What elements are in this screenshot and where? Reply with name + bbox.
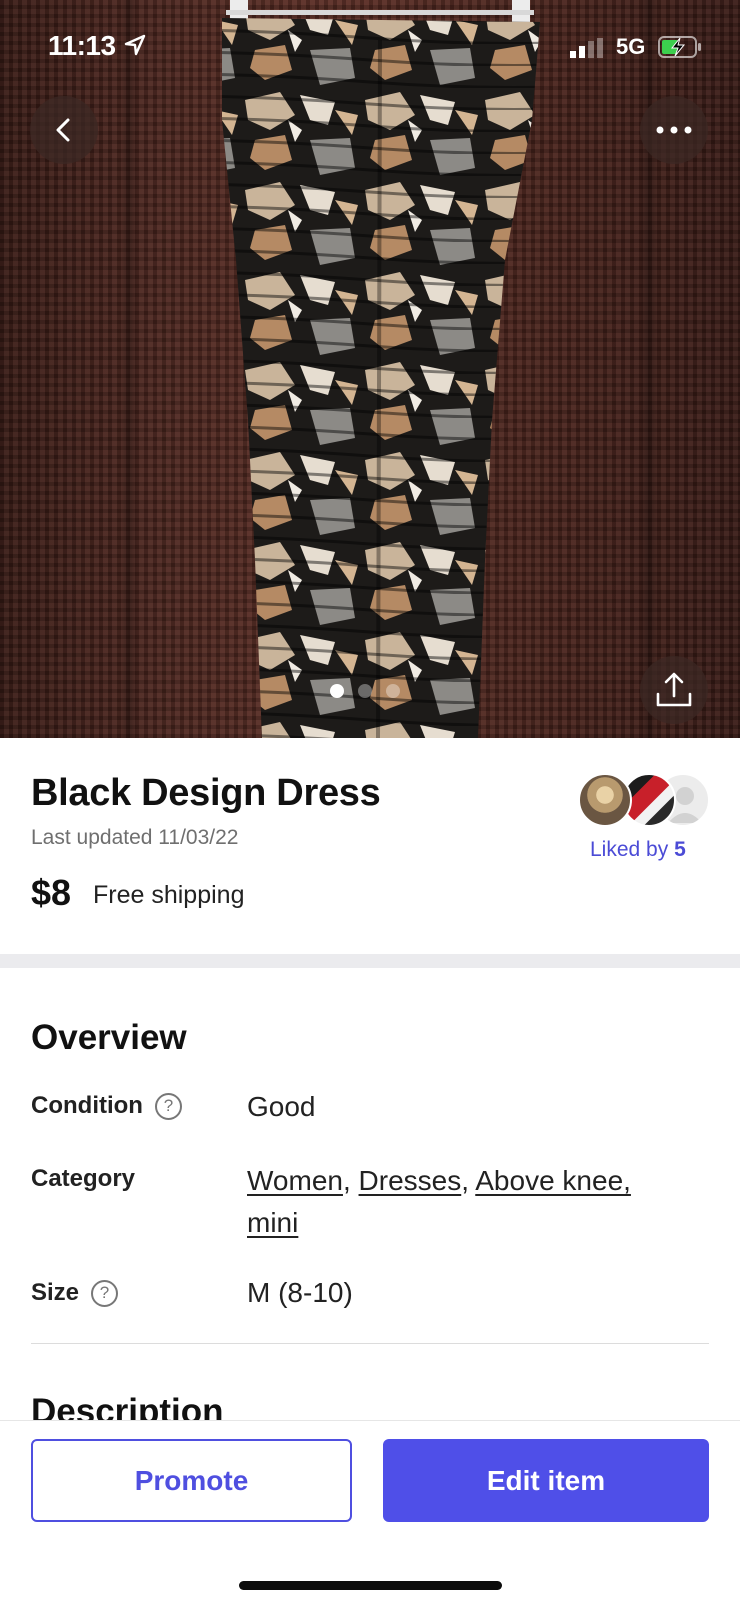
chevron-left-icon: [56, 118, 70, 142]
help-circle-icon[interactable]: ?: [154, 1092, 182, 1120]
item-photo[interactable]: 11:13 5G: [0, 0, 740, 738]
status-bar: 11:13 5G: [0, 0, 740, 96]
shipping-info: Free shipping: [93, 881, 245, 909]
pagination-dot[interactable]: [386, 684, 400, 698]
size-label-text: Size: [31, 1279, 80, 1306]
share-icon: [656, 672, 692, 707]
category-link[interactable]: Women: [247, 1165, 343, 1196]
more-horizontal-icon: [656, 126, 692, 134]
promote-button[interactable]: Promote: [31, 1439, 352, 1522]
last-updated: Last updated 11/03/22: [31, 826, 239, 849]
liked-by-prefix: Liked by: [590, 838, 669, 861]
category-separator: ,: [461, 1165, 476, 1196]
item-price: $8: [31, 872, 72, 913]
category-label: Category: [31, 1165, 135, 1193]
signal-icon: [570, 38, 603, 58]
condition-label-text: Condition: [31, 1092, 143, 1119]
home-indicator[interactable]: [239, 1581, 502, 1590]
condition-label: Condition ?: [31, 1092, 182, 1120]
dress-image: [222, 0, 540, 738]
battery-charging-icon: [658, 36, 701, 58]
condition-value: Good: [247, 1091, 316, 1122]
back-button[interactable]: [30, 96, 98, 164]
liker-avatars[interactable]: [578, 773, 710, 829]
item-title: Black Design Dress: [31, 772, 381, 814]
gallery-pagination: [330, 684, 400, 698]
liked-by-count: 5: [674, 838, 686, 861]
more-options-button[interactable]: [640, 96, 708, 164]
section-divider: [0, 954, 740, 968]
category-link[interactable]: Dresses: [359, 1165, 462, 1196]
bottom-action-bar: Promote Edit item: [0, 1420, 740, 1600]
share-button[interactable]: [640, 656, 708, 724]
pagination-dot[interactable]: [358, 684, 372, 698]
avatar: [578, 773, 632, 827]
liked-by-link[interactable]: Liked by 5: [590, 838, 686, 862]
row-divider: [31, 1343, 709, 1344]
help-circle-icon[interactable]: ?: [91, 1279, 119, 1307]
status-time: 11:13: [48, 30, 116, 61]
network-type: 5G: [616, 34, 646, 59]
edit-item-button[interactable]: Edit item: [383, 1439, 709, 1522]
pagination-dot[interactable]: [330, 684, 344, 698]
location-arrow-icon: [124, 34, 146, 56]
size-value: M (8-10): [247, 1277, 353, 1308]
category-label-text: Category: [31, 1165, 136, 1192]
size-label: Size ?: [31, 1279, 119, 1307]
category-separator: ,: [342, 1165, 359, 1196]
category-value: Women, Dresses, Above knee, mini: [247, 1160, 687, 1244]
overview-heading: Overview: [31, 1018, 187, 1057]
